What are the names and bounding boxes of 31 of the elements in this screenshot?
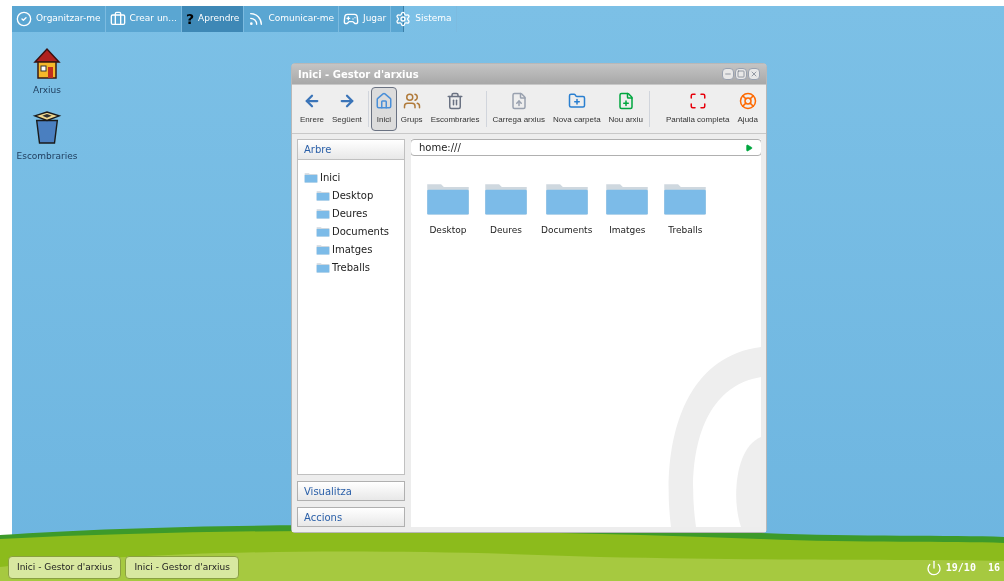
folder-item[interactable]: Deures	[481, 180, 531, 238]
clock: 19/10 16	[945, 561, 1000, 575]
taskbar-button[interactable]: Inici - Gestor d'arxius	[125, 556, 239, 579]
panel-header[interactable]: Accions	[297, 507, 405, 527]
menu-item[interactable]: ? Aprendre	[181, 6, 245, 32]
toolbar-button[interactable]: Següent	[328, 87, 366, 131]
toolbar-button[interactable]: Nou arxiu	[604, 87, 647, 131]
toolbar-button[interactable]: Nova carpeta	[549, 87, 605, 131]
toolbar-button[interactable]: Grups	[396, 87, 427, 131]
tree-item[interactable]: Desktop	[304, 186, 404, 204]
toolbar-button[interactable]: Escombraries	[426, 87, 484, 131]
panel-header[interactable]: Arbre	[298, 140, 404, 160]
toolbar-button[interactable]: Inici	[370, 87, 397, 131]
toolbar-button[interactable]: Carrega arxius	[488, 87, 549, 131]
question-mark-icon: ?	[185, 12, 195, 26]
toolbar-button[interactable]: Ajuda	[733, 87, 762, 131]
address-field[interactable]: home:///	[411, 139, 761, 156]
toolbar-button[interactable]: Enrere	[296, 87, 328, 131]
tree-item[interactable]: Deures	[304, 204, 404, 222]
taskbar-button[interactable]: Inici - Gestor d'arxius	[8, 556, 122, 579]
panel-header[interactable]: Visualitza	[297, 481, 405, 501]
toolbar-button[interactable]: Pantalla completa	[661, 87, 734, 131]
tree-item[interactable]: Inici	[304, 168, 404, 186]
folder-item[interactable]: Treballs	[660, 180, 711, 238]
window-title: Inici - Gestor d'arxius	[298, 67, 420, 82]
folder-item[interactable]: Documents	[539, 180, 595, 238]
tree-item[interactable]: Imatges	[304, 240, 404, 258]
tree-item[interactable]: Treballs	[304, 258, 404, 276]
folder-item[interactable]: Desktop	[423, 180, 473, 238]
folder-item[interactable]: Imatges	[602, 180, 653, 238]
tree-item[interactable]: Documents	[304, 222, 404, 240]
